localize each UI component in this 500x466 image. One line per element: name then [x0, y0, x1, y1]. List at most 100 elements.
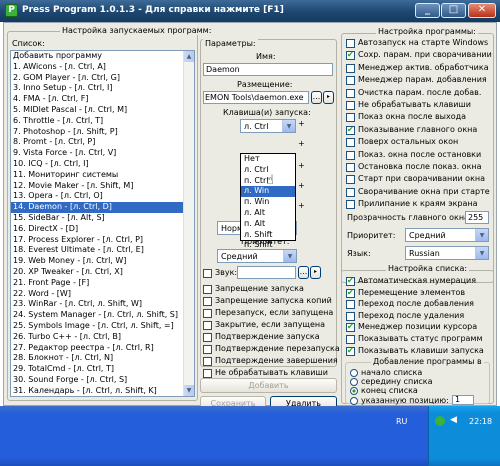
list-item[interactable]: 22. Word - [W] — [11, 289, 194, 300]
list-item[interactable]: 11. Мониторинг системы — [11, 170, 194, 181]
dropdown-option[interactable]: п. Shift — [241, 240, 295, 251]
option-checkbox[interactable] — [346, 335, 355, 344]
position-radio[interactable] — [350, 369, 358, 377]
option-checkbox[interactable] — [346, 39, 355, 48]
option-checkbox[interactable] — [346, 175, 355, 185]
name-input[interactable]: Daemon — [203, 63, 333, 76]
list-item[interactable]: 6. Throttle - [л. Ctrl, T] — [11, 116, 194, 127]
option-checkbox[interactable] — [346, 101, 355, 110]
tray-app-icon[interactable] — [435, 416, 445, 426]
list-item[interactable]: Добавить программу — [11, 51, 194, 62]
close-button[interactable]: ✕ — [468, 3, 496, 18]
dropdown-option[interactable]: п. Alt — [241, 219, 295, 230]
option-checkbox[interactable] — [203, 321, 212, 330]
list-item[interactable]: 5. MIDlet Pascal - [л. Ctrl, M] — [11, 105, 194, 116]
option-checkbox[interactable] — [203, 297, 212, 306]
list-item[interactable]: 31. Календарь - [л. Ctrl, л. Shift, K] — [11, 386, 194, 396]
option-checkbox[interactable] — [203, 357, 212, 366]
option-checkbox[interactable] — [346, 63, 355, 73]
list-item[interactable]: 23. WinRar - [л. Ctrl, л. Shift, W] — [11, 299, 194, 310]
speaker-icon[interactable]: ◀ — [450, 415, 457, 425]
list-item[interactable]: 1. AWicons - [л. Ctrl, A] — [11, 62, 194, 73]
language-indicator[interactable]: RU — [396, 417, 407, 426]
list-item[interactable]: 25. Symbols Image - [л. Ctrl, л. Shift, … — [11, 321, 194, 332]
list-item[interactable]: 21. Front Page - [F] — [11, 278, 194, 289]
list-item[interactable]: 8. Promt - [л. Ctrl, P] — [11, 137, 194, 148]
list-item[interactable]: 9. Vista Force - [л. Ctrl, V] — [11, 148, 194, 159]
sound-play-button[interactable]: ▸ — [310, 266, 321, 279]
option-checkbox[interactable] — [203, 369, 212, 378]
option-checkbox[interactable] — [346, 300, 355, 310]
add-button[interactable]: Добавить — [200, 378, 337, 393]
option-checkbox[interactable] — [346, 288, 355, 298]
list-item[interactable]: 12. Movie Maker - [л. Shift, M] — [11, 181, 194, 192]
sound-checkbox[interactable] — [203, 269, 212, 278]
option-checkbox[interactable] — [346, 163, 355, 172]
location-input[interactable]: EMON Tools\daemon.exe — [203, 91, 309, 104]
list-item[interactable]: 24. System Manager - [л. Ctrl, л. Shift,… — [11, 310, 194, 321]
option-checkbox[interactable] — [346, 113, 355, 123]
list-item[interactable]: 14. Daemon - [л. Ctrl, D] — [11, 202, 194, 213]
option-checkbox[interactable] — [203, 309, 212, 318]
option-checkbox[interactable] — [346, 276, 355, 286]
dropdown-option[interactable]: Нет — [241, 154, 295, 165]
list-item[interactable]: 28. Блокнот - [л. Ctrl, N] — [11, 353, 194, 364]
list-item[interactable]: 7. Photoshop - [л. Shift, P] — [11, 127, 194, 138]
list-item[interactable]: 26. Turbo C++ - [л. Ctrl, B] — [11, 332, 194, 343]
key-dropdown-list[interactable]: Нет л. Ctrl п. Ctrl л. Win п. Win л. Alt п. Al… — [240, 153, 296, 249]
option-checkbox[interactable] — [346, 138, 355, 148]
list-item[interactable]: 32. Paint - [л. Ctrl, л. Shift, P] — [11, 397, 194, 398]
option-label: Старт при сворачивании окна — [358, 174, 486, 184]
plus-sign-4: + — [298, 181, 305, 190]
option-checkbox[interactable] — [346, 125, 355, 135]
position-input[interactable]: 1 — [452, 395, 474, 405]
sound-input[interactable] — [237, 266, 296, 279]
list-item[interactable]: 30. Sound Forge - [л. Ctrl, S] — [11, 375, 194, 386]
option-checkbox[interactable] — [203, 345, 212, 354]
option-checkbox[interactable] — [346, 88, 355, 98]
minimize-button[interactable]: _ — [415, 3, 440, 18]
position-radio[interactable] — [350, 396, 358, 405]
clock: 22:18 — [469, 417, 493, 426]
option-checkbox[interactable] — [203, 285, 212, 294]
dropdown-option[interactable]: п. Win — [241, 197, 295, 208]
open-location-button[interactable]: ▸ — [323, 91, 334, 104]
list-item[interactable]: 29. TotalCmd - [л. Ctrl, T] — [11, 364, 194, 375]
list-item[interactable]: 13. Opera - [л. Ctrl, O] — [11, 191, 194, 202]
scroll-up-arrow-icon[interactable]: ▲ — [184, 51, 194, 62]
list-item[interactable]: 20. XP Tweaker - [л. Ctrl, X] — [11, 267, 194, 278]
app-priority-combo[interactable]: Средний ▼ — [405, 228, 489, 242]
scroll-down-arrow-icon[interactable]: ▼ — [184, 385, 194, 396]
option-checkbox[interactable] — [346, 76, 355, 86]
list-item[interactable]: 4. FMA - [л. Ctrl, F] — [11, 94, 194, 105]
dropdown-option[interactable]: л. Shift — [241, 230, 295, 241]
option-checkbox[interactable] — [346, 150, 355, 160]
dropdown-option[interactable]: л. Win — [241, 186, 295, 198]
option-checkbox[interactable] — [346, 346, 355, 356]
key1-combo[interactable]: л. Ctrl ▼ — [240, 119, 296, 133]
option-checkbox[interactable] — [346, 200, 355, 210]
sound-browse-button[interactable]: ... — [298, 266, 309, 279]
list-item[interactable]: 19. Web Money - [л. Ctrl, W] — [11, 256, 194, 267]
title-bar[interactable]: P Press Program 1.0.1.3 - Для справки на… — [0, 0, 500, 22]
list-item[interactable]: 15. SideBar - [л. Alt, S] — [11, 213, 194, 224]
list-item[interactable]: 10. ICQ - [л. Ctrl, I] — [11, 159, 194, 170]
program-list[interactable]: Добавить программу 1. AWicons - [л. Ctrl,… — [10, 50, 195, 397]
list-scrollbar[interactable]: ▲ ▼ — [183, 51, 194, 396]
list-item[interactable]: 16. DirectX - [D] — [11, 224, 194, 235]
maximize-button[interactable]: □ — [441, 3, 466, 18]
option-checkbox[interactable] — [346, 187, 355, 197]
list-item[interactable]: 17. Process Explorer - [л. Ctrl, P] — [11, 235, 194, 246]
option-checkbox[interactable] — [346, 50, 355, 61]
list-item[interactable]: 27. Редактор реестра - [л. Ctrl, R] — [11, 343, 194, 354]
language-combo[interactable]: Russian ▼ — [405, 246, 489, 260]
browse-button[interactable]: ... — [311, 91, 322, 104]
option-checkbox[interactable] — [203, 333, 212, 342]
list-item[interactable]: 3. Inno Setup - [л. Ctrl, I] — [11, 83, 194, 94]
list-item[interactable]: 2. GOM Player - [л. Ctrl, G] — [11, 73, 194, 84]
dropdown-option[interactable]: л. Alt — [241, 208, 295, 219]
option-checkbox[interactable] — [346, 311, 355, 321]
transparency-input[interactable]: 255 — [465, 211, 489, 224]
option-checkbox[interactable] — [346, 322, 355, 333]
list-item[interactable]: 18. Everest Ultimate - [л. Ctrl, E] — [11, 245, 194, 256]
